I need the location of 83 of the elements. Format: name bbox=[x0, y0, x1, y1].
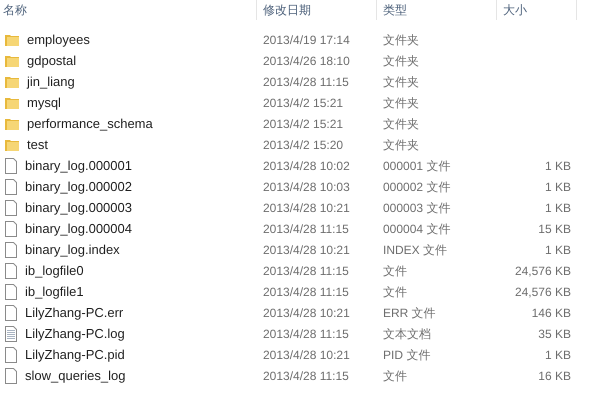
modified-date: 2013/4/26 18:10 bbox=[262, 52, 351, 70]
file-name[interactable]: binary_log.000004 bbox=[25, 218, 132, 238]
modified-date: 2013/4/28 10:21 bbox=[262, 304, 351, 322]
file-size: 24,576 KB bbox=[514, 264, 571, 278]
file-type: 000004 文件 bbox=[382, 220, 452, 238]
modified-date: 2013/4/28 10:02 bbox=[262, 158, 351, 174]
file-type: 文件夹 bbox=[382, 116, 420, 132]
file-type: 文件夹 bbox=[382, 74, 420, 90]
modified-date: 2013/4/28 11:15 bbox=[262, 220, 350, 238]
file-size: 1 KB bbox=[544, 180, 571, 194]
modified-date: 2013/4/28 11:15 bbox=[262, 284, 350, 300]
modified-date: 2013/4/28 10:21 bbox=[262, 242, 351, 258]
modified-date: 2013/4/19 17:14 bbox=[262, 32, 351, 48]
file-icon bbox=[4, 220, 18, 236]
file-name[interactable]: employees bbox=[27, 30, 90, 50]
file-size: 35 KB bbox=[538, 326, 571, 341]
file-type: 文本文档 bbox=[382, 326, 432, 342]
modified-date: 2013/4/2 15:20 bbox=[262, 136, 344, 154]
file-icon bbox=[4, 304, 18, 320]
file-size: 15 KB bbox=[538, 222, 571, 236]
modified-date: 2013/4/2 15:21 bbox=[262, 116, 344, 132]
modified-date: 2013/4/28 11:15 bbox=[262, 326, 350, 342]
file-type: 文件夹 bbox=[382, 94, 420, 112]
file-type: PID 文件 bbox=[382, 346, 432, 364]
file-name[interactable]: LilyZhang-PC.err bbox=[25, 302, 124, 322]
modified-date: 2013/4/2 15:21 bbox=[262, 94, 344, 112]
file-name[interactable]: binary_log.000002 bbox=[25, 176, 132, 196]
file-icon bbox=[4, 262, 18, 278]
file-icon bbox=[4, 284, 18, 300]
modified-date: 2013/4/28 11:15 bbox=[262, 368, 350, 384]
file-name[interactable]: slow_queries_log bbox=[25, 366, 126, 386]
file-type: 文件 bbox=[382, 284, 408, 300]
file-name[interactable]: binary_log.000003 bbox=[25, 198, 132, 218]
text-document-icon bbox=[4, 326, 18, 342]
file-name[interactable]: binary_log.000001 bbox=[25, 156, 132, 176]
file-type: 文件夹 bbox=[382, 136, 420, 154]
modified-date: 2013/4/28 10:21 bbox=[262, 346, 351, 364]
file-name[interactable]: LilyZhang-PC.pid bbox=[25, 344, 125, 364]
file-type: 文件 bbox=[382, 262, 408, 280]
file-size: 1 KB bbox=[544, 200, 571, 215]
file-size: 1 KB bbox=[544, 348, 571, 362]
modified-date: 2013/4/28 10:21 bbox=[262, 200, 351, 216]
folder-icon bbox=[4, 116, 20, 130]
file-name[interactable]: ib_logfile1 bbox=[25, 282, 84, 302]
modified-date: 2013/4/28 11:15 bbox=[262, 262, 350, 280]
file-type: ERR 文件 bbox=[382, 304, 437, 322]
file-icon bbox=[4, 368, 18, 384]
file-name[interactable]: test bbox=[27, 134, 48, 154]
modified-date: 2013/4/28 11:15 bbox=[262, 74, 350, 90]
folder-icon bbox=[4, 32, 20, 46]
file-icon bbox=[4, 178, 18, 194]
file-name[interactable]: gdpostal bbox=[27, 50, 76, 70]
column-header[interactable]: 类型 bbox=[383, 1, 407, 19]
file-name[interactable]: binary_log.index bbox=[25, 240, 120, 260]
file-type: 文件夹 bbox=[382, 32, 420, 48]
file-name[interactable]: ib_logfile0 bbox=[25, 260, 84, 280]
file-type: 文件夹 bbox=[382, 52, 420, 70]
file-type: 000001 文件 bbox=[382, 158, 452, 174]
file-type: 文件 bbox=[382, 368, 408, 384]
modified-date: 2013/4/28 10:03 bbox=[262, 178, 351, 196]
file-name[interactable]: jin_liang bbox=[27, 72, 75, 92]
column-header[interactable]: 名称 bbox=[3, 1, 27, 19]
file-type: 000003 文件 bbox=[382, 200, 452, 216]
file-size: 1 KB bbox=[544, 242, 571, 257]
file-icon bbox=[4, 200, 18, 216]
file-size: 146 KB bbox=[532, 306, 571, 320]
file-size: 24,576 KB bbox=[514, 284, 571, 299]
file-size: 16 KB bbox=[538, 368, 571, 383]
file-type: 000002 文件 bbox=[382, 178, 452, 196]
folder-icon bbox=[4, 138, 20, 152]
column-header[interactable]: 修改日期 bbox=[263, 1, 311, 19]
column-header[interactable]: 大小 bbox=[503, 1, 527, 19]
file-name[interactable]: performance_schema bbox=[27, 114, 153, 134]
file-type: INDEX 文件 bbox=[382, 242, 448, 258]
file-name[interactable]: mysql bbox=[27, 92, 61, 112]
folder-icon bbox=[4, 74, 20, 88]
file-name[interactable]: LilyZhang-PC.log bbox=[25, 324, 125, 344]
file-icon bbox=[4, 242, 18, 258]
file-icon bbox=[4, 158, 18, 174]
folder-icon bbox=[4, 96, 20, 110]
file-icon bbox=[4, 346, 18, 362]
file-size: 1 KB bbox=[544, 158, 571, 173]
folder-icon bbox=[4, 54, 20, 68]
